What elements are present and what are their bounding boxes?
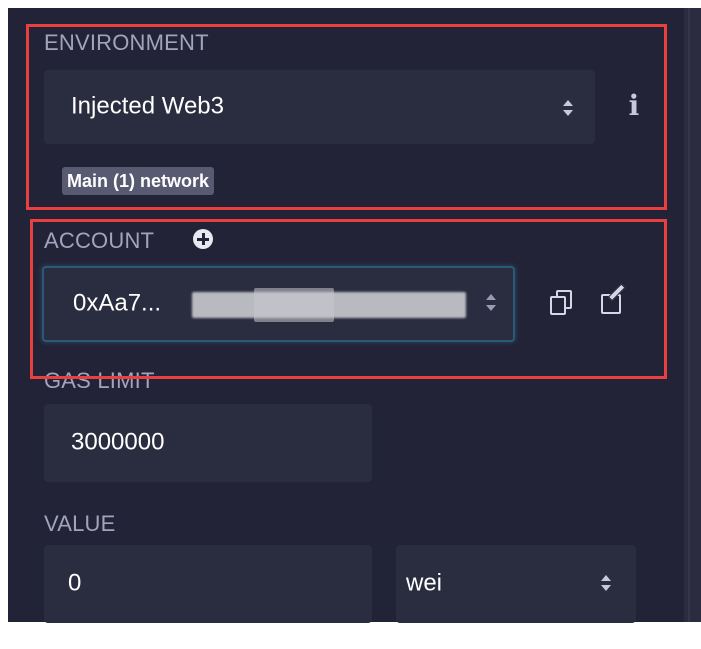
value-label: VALUE bbox=[44, 511, 116, 536]
account-label: ACCOUNT bbox=[44, 228, 155, 253]
account-select[interactable]: 0xAa7... bbox=[42, 266, 515, 342]
environment-label: ENVIRONMENT bbox=[44, 30, 209, 55]
gas-limit-label: GAS LIMIT bbox=[44, 368, 155, 393]
value-input[interactable]: 0 bbox=[44, 545, 372, 623]
copy-icon[interactable] bbox=[550, 290, 572, 315]
panel-divider bbox=[684, 8, 701, 622]
value-unit-select[interactable]: wei bbox=[396, 545, 636, 623]
environment-select[interactable]: Injected Web3 bbox=[44, 70, 595, 144]
account-selected-value: 0xAa7... bbox=[73, 289, 162, 317]
plus-circle-icon[interactable] bbox=[193, 229, 213, 249]
gas-limit-value: 3000000 bbox=[71, 428, 165, 456]
environment-selected-value: Injected Web3 bbox=[71, 92, 224, 120]
network-badge: Main (1) network bbox=[62, 167, 215, 195]
value-amount: 0 bbox=[68, 569, 82, 597]
value-unit-selected: wei bbox=[406, 569, 443, 597]
gas-limit-input[interactable]: 3000000 bbox=[44, 404, 372, 482]
info-icon[interactable]: i bbox=[623, 88, 645, 124]
edit-icon[interactable] bbox=[601, 283, 627, 314]
